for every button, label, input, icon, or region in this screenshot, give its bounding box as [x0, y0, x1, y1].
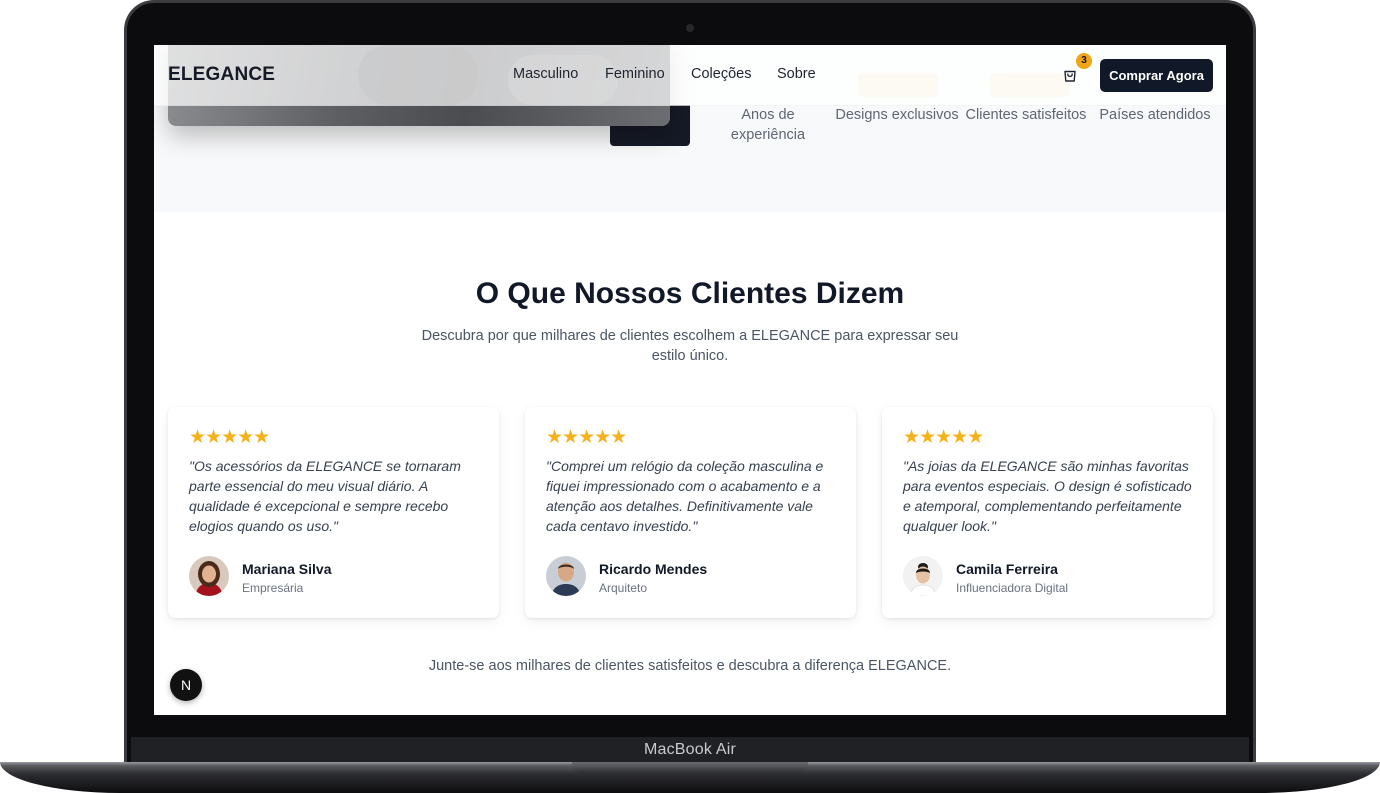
- author-role: Empresária: [242, 581, 304, 595]
- author-name: Mariana Silva: [242, 561, 332, 577]
- closing-text: Junte-se aos milhares de clientes satisf…: [428, 658, 952, 674]
- testimonial-quote: "As joias da ELEGANCE são minhas favorit…: [903, 458, 1192, 534]
- avatar: [189, 556, 229, 596]
- star-rating-icon: ★★★★★: [903, 427, 984, 448]
- star-rating-icon: ★★★★★: [189, 427, 270, 448]
- avatar: [903, 556, 943, 596]
- laptop-hinge-notch: [572, 762, 808, 773]
- stat-designs: Designs exclusivos: [835, 107, 959, 123]
- star-rating-icon: ★★★★★: [546, 427, 627, 448]
- device-label: MacBook Air: [131, 737, 1249, 763]
- site-header: ELEGANCE Masculino Feminino Coleções Sob…: [154, 45, 1226, 106]
- screen: Anos de experiência Designs exclusivos C…: [154, 45, 1226, 715]
- stat-years: Anos de experiência: [730, 107, 806, 143]
- stat-clients: Clientes satisfeitos: [965, 107, 1087, 123]
- avatar: [546, 556, 586, 596]
- nav-colecoes[interactable]: Coleções: [691, 66, 751, 82]
- camera-icon: [686, 24, 694, 32]
- author-role: Influenciadora Digital: [956, 581, 1069, 595]
- testimonial-card: ★★★★★ "As joias da ELEGANCE são minhas f…: [882, 407, 1213, 618]
- testimonial-card: ★★★★★ "Comprei um relógio da coleção mas…: [525, 407, 856, 618]
- cart-count-badge: 3: [1076, 53, 1092, 69]
- testimonial-quote: "Os acessórios da ELEGANCE se tornaram p…: [189, 458, 461, 534]
- shopping-bag-icon[interactable]: [1062, 67, 1078, 83]
- logo[interactable]: ELEGANCE: [168, 64, 275, 86]
- nav-sobre[interactable]: Sobre: [777, 66, 816, 82]
- nav-masculino[interactable]: Masculino: [513, 66, 578, 82]
- dev-tools-badge[interactable]: N: [170, 669, 202, 701]
- buy-now-button[interactable]: Comprar Agora: [1100, 59, 1213, 92]
- testimonials-title: O Que Nossos Clientes Dizem: [475, 277, 905, 310]
- stat-countries: Países atendidos: [1099, 107, 1211, 123]
- testimonial-quote: "Comprei um relógio da coleção masculina…: [546, 458, 824, 534]
- author-name: Ricardo Mendes: [599, 561, 708, 577]
- testimonial-card: ★★★★★ "Os acessórios da ELEGANCE se torn…: [168, 407, 499, 618]
- author-role: Arquiteto: [599, 581, 648, 595]
- testimonials-subtitle: Descubra por que milhares de clientes es…: [421, 328, 959, 364]
- nav-feminino[interactable]: Feminino: [605, 66, 665, 82]
- author-name: Camila Ferreira: [956, 561, 1058, 577]
